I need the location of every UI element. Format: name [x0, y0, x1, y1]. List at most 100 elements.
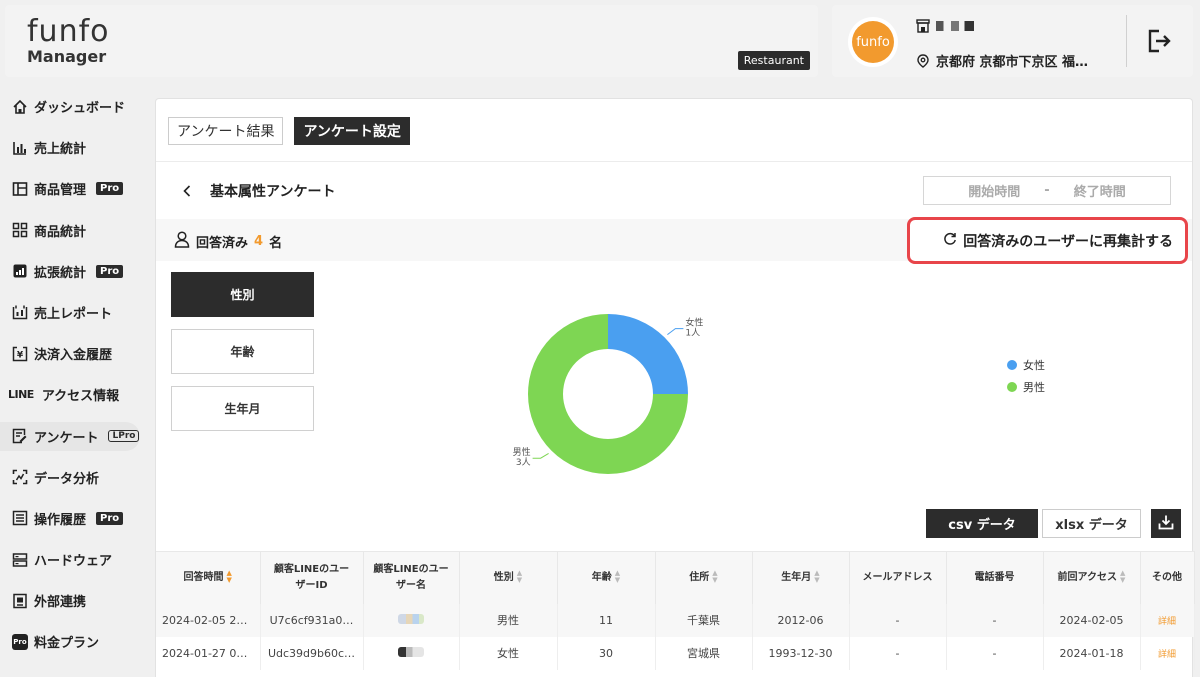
store-name-redacted: [936, 21, 974, 31]
sort-icon[interactable]: ▲ ▼: [1120, 569, 1125, 584]
chevron-left-icon[interactable]: [180, 184, 194, 198]
export-xlsx-button[interactable]: xlsx データ: [1042, 509, 1141, 538]
column-header[interactable]: 年齢 ▲ ▼: [557, 551, 656, 604]
sidebar-item-label: ダッシュボード: [34, 101, 126, 116]
slice-label: 女性: [685, 317, 703, 329]
legend-label-female: 女性: [1023, 359, 1045, 372]
table-cell: -: [849, 603, 947, 637]
label-leader-line: [532, 452, 549, 459]
sidebar-item-payment-history[interactable]: ¥ 決済入金履歴: [0, 339, 150, 368]
column-header-label: 性別: [493, 571, 514, 583]
sort-icon[interactable]: ▲ ▼: [615, 569, 620, 584]
sidebar-item-dashboard[interactable]: ダッシュボード: [0, 92, 150, 121]
column-header[interactable]: 前回アクセス ▲ ▼: [1043, 551, 1141, 604]
sort-icon[interactable]: ▲ ▼: [712, 569, 717, 584]
question-button-gender[interactable]: 性別: [171, 272, 314, 317]
table-cell: 宮城県: [655, 636, 753, 670]
column-header-label: 住所: [689, 571, 710, 583]
sidebar-item-label: 決済入金履歴: [34, 348, 113, 364]
table-cell: -: [946, 603, 1044, 637]
store-address: 京都府 京都市下京区 福…: [936, 55, 1089, 70]
tabs-divider: [156, 161, 1192, 162]
tab-survey-settings[interactable]: アンケート設定: [294, 117, 410, 145]
payment-history-icon: ¥: [12, 346, 28, 362]
sidebar-item-label: アクセス情報: [41, 389, 120, 405]
column-header-label: メールアドレス: [862, 571, 933, 583]
lpro-badge: LPro: [108, 430, 140, 442]
bar-chart-icon: [12, 140, 28, 156]
table-cell[interactable]: 詳細: [1140, 603, 1195, 637]
detail-link[interactable]: 詳細: [1158, 617, 1176, 627]
legend-item-male[interactable]: 男性: [1007, 379, 1045, 395]
logout-icon[interactable]: [1145, 27, 1173, 55]
column-header[interactable]: 住所 ▲ ▼: [655, 551, 753, 604]
sidebar-item-label: 売上統計: [34, 142, 87, 158]
table-cell: 2024-02-05 22…: [156, 603, 261, 637]
sidebar-item-extended-stats[interactable]: 拡張統計 Pro: [0, 257, 150, 286]
question-button-birth-month[interactable]: 生年月: [171, 386, 314, 431]
legend-item-female[interactable]: 女性: [1007, 357, 1045, 373]
user-avatar-redacted: [398, 613, 424, 624]
column-header: 電話番号: [946, 551, 1044, 604]
table-cell[interactable]: 詳細: [1140, 636, 1195, 670]
date-range-picker[interactable]: 開始時間 - 終了時間: [923, 176, 1171, 205]
column-header-label: 顧客LINEのユー: [373, 563, 449, 575]
date-start-input[interactable]: 開始時間: [968, 181, 1020, 200]
date-end-input[interactable]: 終了時間: [1074, 181, 1126, 200]
sort-icon[interactable]: ▲ ▼: [517, 569, 522, 584]
list-icon: [12, 510, 28, 526]
sidebar-item-line-access[interactable]: LINE アクセス情報: [0, 380, 150, 409]
sidebar-nav: ダッシュボード 売上統計 商品管理 Pro 商品統計 拡張統計 Pro 売上レポ…: [0, 92, 150, 669]
sidebar-item-survey[interactable]: アンケート LPro: [0, 421, 140, 451]
column-header-label: 回答時間: [183, 571, 224, 583]
app-logo[interactable]: funfo Manager: [27, 17, 110, 65]
column-header[interactable]: 生年月 ▲ ▼: [752, 551, 850, 604]
sidebar-item-label: 商品管理: [34, 183, 87, 199]
sidebar-item-sales-stats[interactable]: 売上統計: [0, 133, 150, 162]
sidebar-item-label: 商品統計: [34, 224, 87, 240]
column-header: メールアドレス: [849, 551, 947, 604]
column-header[interactable]: 性別 ▲ ▼: [459, 551, 558, 604]
sidebar-item-product-stats[interactable]: 商品統計: [0, 216, 150, 245]
question-button-age[interactable]: 年齢: [171, 329, 314, 374]
recalculate-button[interactable]: 回答済みのユーザーに再集計する: [907, 217, 1188, 264]
report-icon: [12, 304, 28, 320]
donut-slice-female[interactable]: [608, 314, 688, 394]
table-cell: U7c6cf931a0…: [260, 603, 364, 637]
column-header-label: 顧客LINEのユー: [273, 563, 350, 575]
tab-survey-results[interactable]: アンケート結果: [168, 117, 284, 145]
sidebar-item-pricing-plan[interactable]: Pro 料金プラン: [0, 627, 150, 656]
slice-value-label: 1人: [685, 328, 700, 339]
sidebar-item-hardware[interactable]: ハードウェア: [0, 545, 150, 574]
product-manage-icon: [12, 181, 28, 197]
sidebar-item-label: 操作履歴: [34, 512, 87, 528]
sort-icon[interactable]: ▲ ▼: [814, 569, 819, 584]
pro-badge: Pro: [96, 264, 124, 278]
store-type-badge: Restaurant: [737, 51, 810, 70]
table-cell: 女性: [459, 636, 558, 670]
sidebar-item-integration[interactable]: 外部連携: [0, 586, 150, 615]
survey-tabs: アンケート結果 アンケート設定: [168, 117, 410, 145]
download-button[interactable]: [1151, 509, 1181, 538]
column-header: 顧客LINEのユー ザー名: [363, 551, 460, 604]
svg-text:¥: ¥: [17, 350, 24, 360]
sidebar-item-sales-report[interactable]: 売上レポート: [0, 298, 150, 327]
table-cell: 千葉県: [655, 603, 753, 637]
sidebar-item-data-analysis[interactable]: データ分析: [0, 463, 150, 492]
refresh-icon: [943, 232, 957, 250]
home-icon: [12, 99, 28, 115]
table-cell: Udc39d9b60c…: [260, 636, 364, 670]
column-header: その他: [1140, 551, 1195, 604]
date-separator: -: [1044, 183, 1050, 198]
logo-funfo-text: funfo: [27, 14, 110, 49]
detail-link[interactable]: 詳細: [1158, 650, 1176, 660]
column-header[interactable]: 回答時間 ▲ ▼: [156, 551, 261, 604]
column-header: 顧客LINEのユー ザーID: [260, 551, 364, 604]
logo-manager-text: Manager: [27, 47, 107, 66]
export-csv-button[interactable]: csv データ: [926, 509, 1038, 538]
header-logo-panel: funfo Manager Restaurant: [5, 5, 818, 77]
sidebar-item-product-manage[interactable]: 商品管理 Pro: [0, 174, 150, 203]
sort-icon[interactable]: ▲ ▼: [227, 569, 232, 584]
table-cell: 1993-12-30: [752, 636, 850, 670]
sidebar-item-operation-history[interactable]: 操作履歴 Pro: [0, 504, 150, 533]
